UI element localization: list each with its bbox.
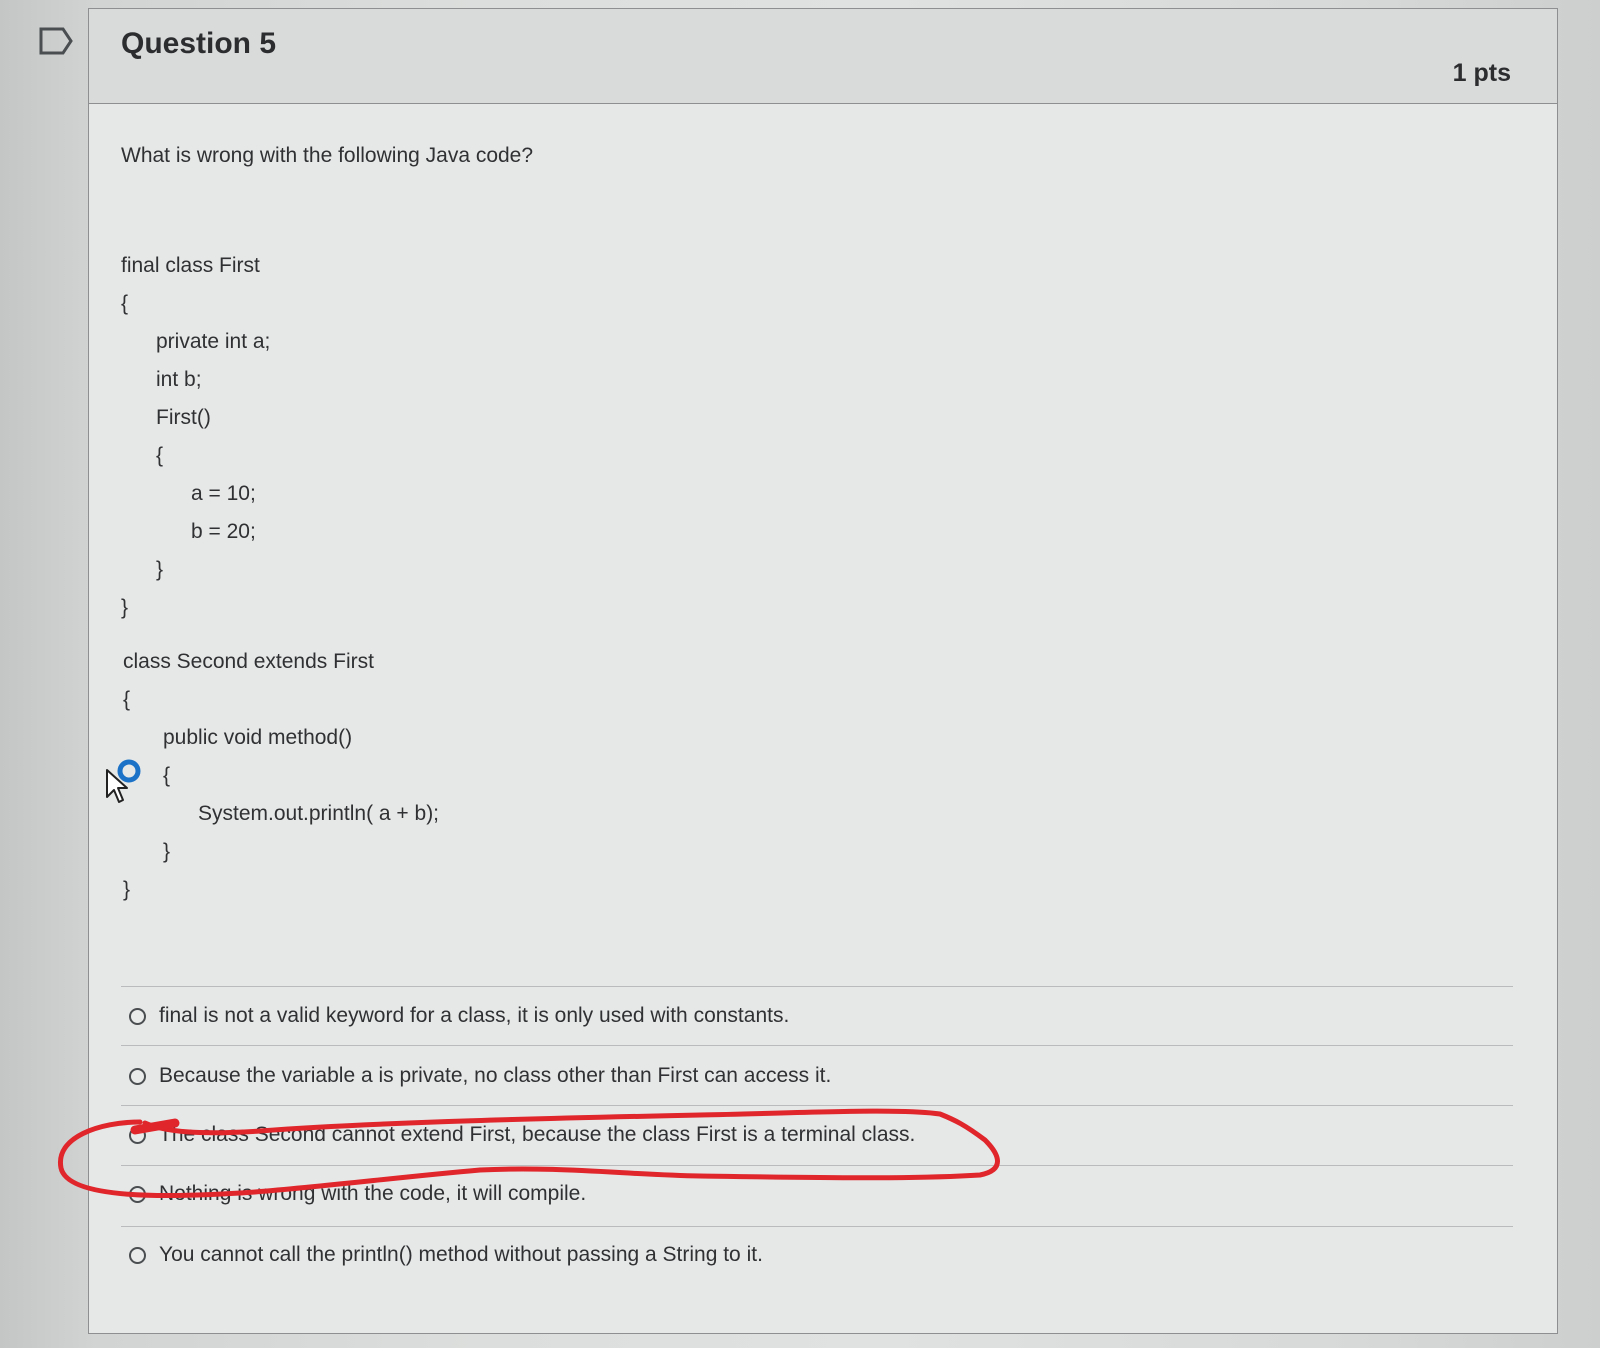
answer-separator — [121, 1105, 1513, 1106]
code-line: { — [163, 764, 171, 787]
code-line: { — [121, 292, 129, 315]
answer-option[interactable]: Nothing is wrong with the code, it will … — [129, 1174, 586, 1214]
question-header: Question 5 1 pts — [89, 9, 1557, 104]
code-line: class Second extends First — [123, 650, 374, 673]
code-line: public void method() — [163, 726, 353, 749]
answer-text: Because the variable a is private, no cl… — [159, 1064, 832, 1087]
answer-text: Nothing is wrong with the code, it will … — [159, 1182, 587, 1205]
code-line: } — [163, 840, 171, 863]
radio-button[interactable] — [129, 1246, 146, 1264]
answer-separator — [121, 1226, 1513, 1227]
question-body: What is wrong with the following Java co… — [89, 104, 1557, 1332]
question-card: Question 5 1 pts What is wrong with the … — [88, 8, 1558, 1334]
question-points: 1 pts — [1452, 59, 1511, 87]
code-line: First() — [156, 406, 211, 429]
answer-separator — [121, 1165, 1513, 1166]
radio-button[interactable] — [129, 1126, 146, 1144]
quiz-page: Question 5 1 pts What is wrong with the … — [0, 0, 1600, 1348]
code-line: private int a; — [156, 330, 271, 353]
answer-option[interactable]: The class Second cannot extend First, be… — [129, 1115, 915, 1155]
radio-button[interactable] — [129, 1185, 146, 1203]
question-title: Question 5 — [121, 27, 277, 60]
code-line: a = 10; — [191, 482, 256, 505]
mouse-pointer-icon — [106, 759, 141, 803]
code-line: { — [156, 444, 164, 467]
question-prompt: What is wrong with the following Java co… — [121, 144, 534, 167]
answer-separator — [121, 1045, 1513, 1046]
code-line: b = 20; — [191, 520, 256, 543]
code-line: final class First — [121, 254, 260, 277]
code-line: int b; — [156, 368, 202, 391]
answer-text: The class Second cannot extend First, be… — [159, 1123, 916, 1146]
code-line: } — [123, 878, 131, 901]
answer-text: You cannot call the println() method wit… — [159, 1243, 763, 1266]
answer-option[interactable]: Because the variable a is private, no cl… — [129, 1056, 831, 1096]
answers-divider — [121, 986, 1513, 987]
radio-button[interactable] — [129, 1007, 146, 1025]
code-line: { — [123, 688, 131, 711]
answer-option[interactable]: final is not a valid keyword for a class… — [129, 996, 789, 1036]
code-line: } — [121, 596, 129, 619]
radio-button[interactable] — [129, 1067, 146, 1085]
code-line: System.out.println( a + b); — [198, 802, 440, 825]
answer-text: final is not a valid keyword for a class… — [159, 1004, 790, 1027]
answer-option[interactable]: You cannot call the println() method wit… — [129, 1235, 763, 1275]
flag-question-icon[interactable] — [38, 26, 74, 56]
code-line: } — [156, 558, 164, 581]
